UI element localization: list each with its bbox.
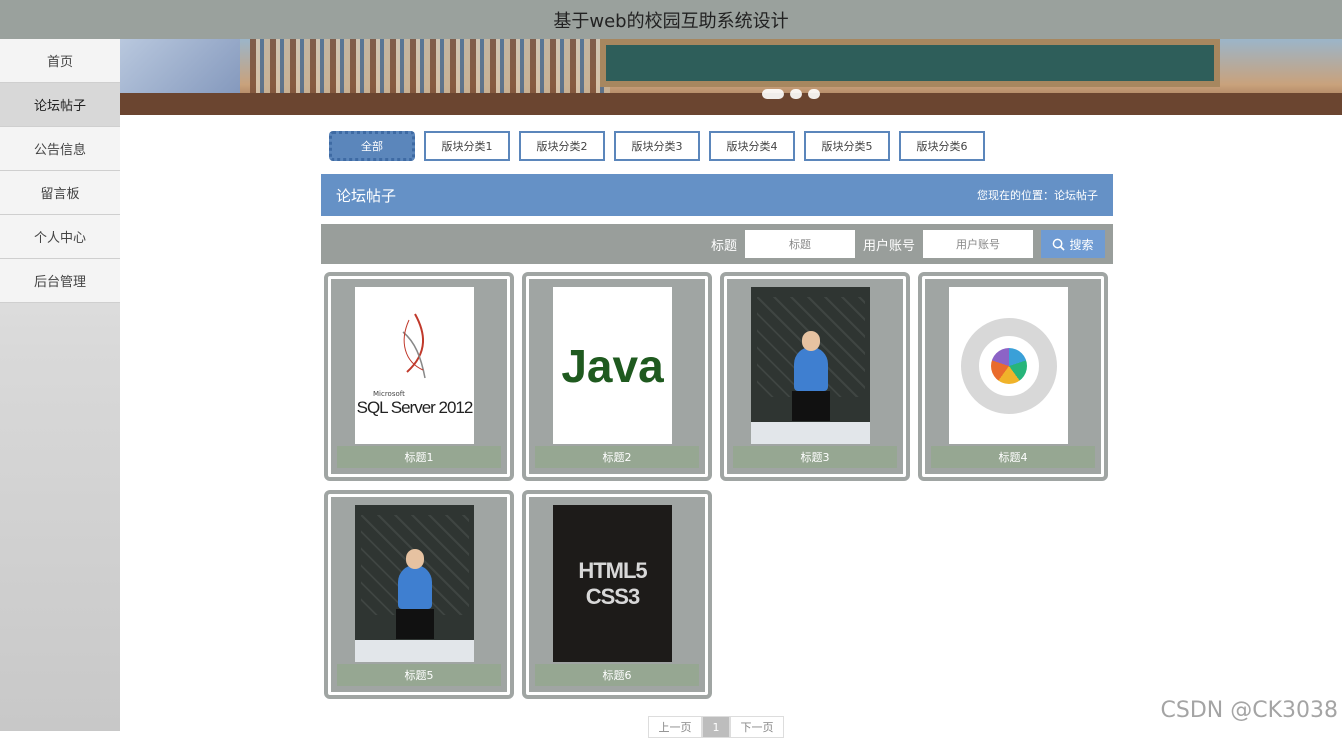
category-tab-1[interactable]: 版块分类1: [424, 131, 510, 161]
post-thumbnail: [751, 287, 870, 444]
search-button[interactable]: 搜索: [1041, 230, 1105, 258]
post-caption: 标题6: [535, 664, 699, 686]
post-card[interactable]: Microsoft SQL Server 2012 标题1: [324, 272, 514, 481]
category-tab-4[interactable]: 版块分类4: [709, 131, 795, 161]
post-thumbnail: Microsoft SQL Server 2012: [355, 287, 474, 444]
post-thumbnail: [355, 505, 474, 662]
laptop-icon: [396, 609, 434, 639]
post-thumbnail: [949, 287, 1068, 444]
sidebar-item-label: 留言板: [40, 183, 79, 202]
category-tab-2[interactable]: 版块分类2: [519, 131, 605, 161]
sidebar-item-label: 论坛帖子: [34, 95, 86, 114]
app-header: 基于web的校园互助系统设计: [0, 0, 1342, 39]
image-subtext: CSS3: [586, 584, 639, 610]
post-thumbnail: Java: [553, 287, 672, 444]
boy-figure: [794, 347, 828, 391]
sidebar-item-home[interactable]: 首页: [0, 39, 120, 83]
breadcrumb: 您现在的位置：论坛帖子: [977, 187, 1098, 203]
post-card[interactable]: 标题3: [720, 272, 910, 481]
image-floor: [751, 422, 870, 444]
post-thumbnail: HTML5 CSS3: [553, 505, 672, 662]
image-text: Java: [561, 339, 663, 393]
image-subtext: Microsoft: [373, 390, 405, 398]
category-tab-3[interactable]: 版块分类3: [614, 131, 700, 161]
banner-image: [120, 39, 1342, 115]
page-title: 基于web的校园互助系统设计: [553, 7, 788, 33]
sidebar-item-forum[interactable]: 论坛帖子: [0, 83, 120, 127]
sidebar-item-notices[interactable]: 公告信息: [0, 127, 120, 171]
sidebar-item-profile[interactable]: 个人中心: [0, 215, 120, 259]
image-floor: [355, 640, 474, 662]
search-button-label: 搜索: [1069, 236, 1093, 253]
title-search-input[interactable]: [745, 230, 855, 258]
carousel-dot[interactable]: [762, 89, 784, 99]
search-bar: 标题 用户账号 搜索: [321, 224, 1113, 264]
banner-blackboard: [600, 39, 1220, 87]
account-search-input[interactable]: [923, 230, 1033, 258]
sidebar-item-label: 公告信息: [34, 139, 86, 158]
image-text: HTML5: [578, 558, 646, 584]
post-caption: 标题3: [733, 446, 897, 468]
post-card[interactable]: 标题5: [324, 490, 514, 699]
post-grid: Microsoft SQL Server 2012 标题1 Java 标题2: [324, 272, 1114, 699]
banner-desk: [120, 93, 1342, 115]
sidebar-item-messageboard[interactable]: 留言板: [0, 171, 120, 215]
post-caption: 标题2: [535, 446, 699, 468]
post-card[interactable]: Java 标题2: [522, 272, 712, 481]
sidebar-item-label: 个人中心: [34, 227, 86, 246]
java-tech-wheel-icon: [961, 318, 1057, 414]
category-tabs: 全部 版块分类1 版块分类2 版块分类3 版块分类4 版块分类5 版块分类6: [329, 131, 985, 161]
category-tab-5[interactable]: 版块分类5: [804, 131, 890, 161]
post-caption: 标题4: [931, 446, 1095, 468]
section-titlebar: 论坛帖子 您现在的位置：论坛帖子: [321, 174, 1113, 216]
boy-head: [802, 331, 820, 351]
prev-page-button[interactable]: 上一页: [648, 716, 702, 738]
watermark: CSDN @CK3038: [1161, 698, 1339, 723]
search-icon: [1052, 238, 1065, 251]
carousel-dot[interactable]: [808, 89, 820, 99]
sidebar-item-admin[interactable]: 后台管理: [0, 259, 120, 303]
post-caption: 标题5: [337, 664, 501, 686]
page-number-button[interactable]: 1: [702, 716, 730, 738]
main-content: 全部 版块分类1 版块分类2 版块分类3 版块分类4 版块分类5 版块分类6 论…: [120, 115, 1342, 731]
post-caption: 标题1: [337, 446, 501, 468]
boy-head: [406, 549, 424, 569]
sidebar-item-label: 后台管理: [34, 271, 86, 290]
section-title: 论坛帖子: [336, 185, 396, 206]
next-page-button[interactable]: 下一页: [730, 716, 784, 738]
title-label: 标题: [711, 235, 737, 254]
sql-server-logo-icon: [395, 312, 435, 382]
sidebar-item-label: 首页: [47, 51, 73, 70]
post-card[interactable]: HTML5 CSS3 标题6: [522, 490, 712, 699]
image-text: SQL Server 2012: [357, 398, 473, 418]
category-tab-6[interactable]: 版块分类6: [899, 131, 985, 161]
sidebar: 首页 论坛帖子 公告信息 留言板 个人中心 后台管理: [0, 39, 120, 731]
boy-figure: [398, 565, 432, 609]
laptop-icon: [792, 391, 830, 421]
pagination: 上一页 1 下一页: [648, 716, 784, 738]
account-label: 用户账号: [863, 235, 915, 254]
post-card[interactable]: 标题4: [918, 272, 1108, 481]
banner-carousel-dots[interactable]: [762, 89, 820, 99]
category-tab-all[interactable]: 全部: [329, 131, 415, 161]
carousel-dot[interactable]: [790, 89, 802, 99]
